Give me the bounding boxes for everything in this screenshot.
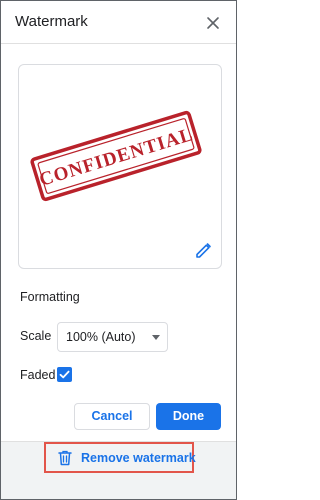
- close-button[interactable]: [203, 13, 223, 33]
- close-icon: [207, 17, 219, 29]
- remove-watermark-button[interactable]: Remove watermark: [44, 442, 196, 473]
- remove-watermark-label: Remove watermark: [81, 451, 196, 465]
- scale-dropdown[interactable]: 100% (Auto): [57, 322, 168, 352]
- scale-label: Scale: [20, 329, 52, 343]
- faded-label: Faded: [20, 368, 56, 382]
- formatting-heading: Formatting: [20, 290, 80, 304]
- dropdown-arrow-icon: [152, 335, 160, 340]
- watermark-panel: Watermark CONFIDENTIAL Formatting Scale …: [0, 0, 237, 500]
- panel-footer: Remove watermark: [1, 441, 236, 499]
- confidential-stamp-image: CONFIDENTIAL: [30, 110, 202, 202]
- done-button[interactable]: Done: [156, 403, 221, 430]
- watermark-preview: CONFIDENTIAL: [18, 64, 222, 269]
- checkmark-icon: [59, 370, 70, 379]
- faded-checkbox[interactable]: [57, 367, 72, 382]
- panel-header: Watermark: [1, 1, 236, 44]
- panel-title: Watermark: [15, 13, 88, 30]
- cancel-button[interactable]: Cancel: [74, 403, 150, 430]
- edit-watermark-button[interactable]: [194, 240, 214, 260]
- trash-icon: [58, 450, 72, 466]
- scale-selected-value: 100% (Auto): [66, 330, 136, 344]
- pencil-icon: [196, 243, 211, 258]
